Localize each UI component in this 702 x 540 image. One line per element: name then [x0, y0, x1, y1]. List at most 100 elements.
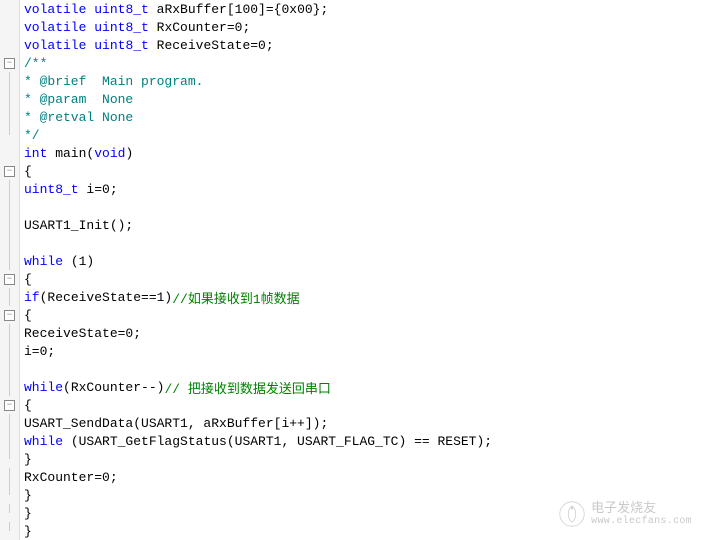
token: aRxBuffer[100]={0x00}; [149, 2, 328, 17]
fold-line [9, 90, 10, 108]
fold-minus-icon[interactable]: − [4, 166, 15, 177]
gutter-line [0, 342, 19, 360]
fold-line [9, 342, 10, 360]
token: while [24, 380, 63, 395]
gutter-line [0, 504, 19, 522]
fold-minus-icon[interactable]: − [4, 58, 15, 69]
fold-line [9, 324, 10, 342]
token: { [24, 272, 32, 287]
token: while [24, 434, 63, 449]
code-area: volatile uint8_t aRxBuffer[100]={0x00}; … [20, 0, 702, 540]
code-line: USART1_Init(); [24, 216, 702, 234]
token: USART_SendData(USART1, aRxBuffer[i++]); [24, 416, 328, 431]
code-line: volatile uint8_t ReceiveState=0; [24, 36, 702, 54]
gutter-line [0, 108, 19, 126]
gutter-line [0, 522, 19, 540]
fold-line [9, 414, 10, 432]
token: } [24, 506, 32, 521]
token: // 把接收到数据发送回串口 [164, 378, 330, 397]
gutter-line [0, 0, 19, 18]
fold-line [9, 468, 10, 486]
code-line: while (USART_GetFlagStatus(USART1, USART… [24, 432, 702, 450]
gutter-line [0, 144, 19, 162]
fold-line [9, 198, 10, 216]
token [86, 38, 94, 53]
code-line: volatile uint8_t RxCounter=0; [24, 18, 702, 36]
gutter-line[interactable]: − [0, 54, 19, 72]
code-line: uint8_t i=0; [24, 180, 702, 198]
fold-line [9, 252, 10, 270]
code-line: i=0; [24, 342, 702, 360]
code-line: RxCounter=0; [24, 468, 702, 486]
token: uint8_t [94, 20, 149, 35]
token: volatile [24, 38, 86, 53]
token: volatile [24, 2, 86, 17]
fold-minus-icon[interactable]: − [4, 400, 15, 411]
code-line [24, 234, 702, 252]
code-line [24, 360, 702, 378]
token: uint8_t [94, 38, 149, 53]
token: RxCounter=0; [24, 470, 118, 485]
token: */ [24, 128, 40, 143]
code-line: } [24, 504, 702, 522]
gutter-line [0, 360, 19, 378]
fold-line [9, 432, 10, 450]
code-line: * @param None [24, 90, 702, 108]
token: void [94, 146, 125, 161]
code-line: */ [24, 126, 702, 144]
fold-line [9, 234, 10, 252]
gutter-line [0, 198, 19, 216]
code-line [24, 198, 702, 216]
token: { [24, 398, 32, 413]
gutter-line [0, 414, 19, 432]
token: int [24, 146, 47, 161]
token: } [24, 524, 32, 539]
gutter-line[interactable]: − [0, 306, 19, 324]
token [86, 2, 94, 17]
code-line: * @brief Main program. [24, 72, 702, 90]
gutter-line [0, 126, 19, 144]
code-line: if(ReceiveState==1)//如果接收到1帧数据 [24, 288, 702, 306]
gutter-line [0, 36, 19, 54]
token: //如果接收到1帧数据 [172, 288, 299, 307]
token: ) [125, 146, 133, 161]
gutter-line[interactable]: − [0, 162, 19, 180]
token: i=0; [24, 344, 55, 359]
gutter-line [0, 18, 19, 36]
token: { [24, 308, 32, 323]
token: main( [47, 146, 94, 161]
code-line: while (1) [24, 252, 702, 270]
gutter-line[interactable]: − [0, 270, 19, 288]
fold-line [9, 108, 10, 126]
code-line: int main(void) [24, 144, 702, 162]
token: (USART_GetFlagStatus(USART1, USART_FLAG_… [63, 434, 492, 449]
token [86, 20, 94, 35]
token: RxCounter=0; [149, 20, 250, 35]
fold-line [9, 72, 10, 90]
code-line: volatile uint8_t aRxBuffer[100]={0x00}; [24, 0, 702, 18]
gutter-line[interactable]: − [0, 396, 19, 414]
code-line: * @retval None [24, 108, 702, 126]
fold-gutter: − − − − − [0, 0, 20, 540]
fold-minus-icon[interactable]: − [4, 310, 15, 321]
gutter-line [0, 288, 19, 306]
token: uint8_t [24, 182, 79, 197]
token: volatile [24, 20, 86, 35]
gutter-line [0, 324, 19, 342]
gutter-line [0, 72, 19, 90]
gutter-line [0, 468, 19, 486]
token: uint8_t [94, 2, 149, 17]
token: } [24, 488, 32, 503]
code-line: /** [24, 54, 702, 72]
token: (1) [63, 254, 94, 269]
token: USART1_Init(); [24, 218, 133, 233]
code-line: } [24, 486, 702, 504]
token: if [24, 290, 40, 305]
fold-line [9, 216, 10, 234]
token: * @brief Main program. [24, 74, 203, 89]
gutter-line [0, 432, 19, 450]
gutter-line [0, 180, 19, 198]
fold-end [9, 486, 10, 495]
fold-minus-icon[interactable]: − [4, 274, 15, 285]
gutter-line [0, 234, 19, 252]
